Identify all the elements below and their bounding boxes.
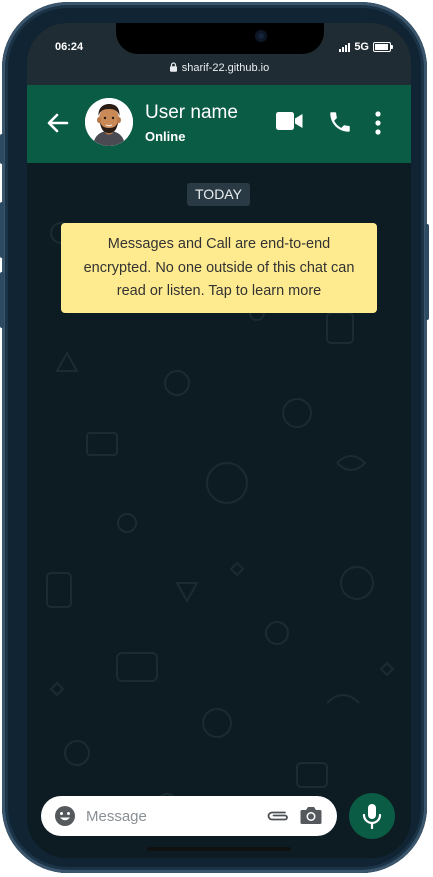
message-composer — [41, 796, 337, 836]
phone-icon[interactable] — [327, 109, 353, 135]
volume-up-button — [0, 202, 4, 258]
status-time: 06:24 — [55, 41, 84, 53]
mic-button[interactable] — [349, 793, 395, 839]
notch — [116, 23, 324, 54]
date-chip: TODAY — [187, 183, 250, 206]
lock-icon — [169, 62, 177, 72]
phone-screen: 06:24 5G sharif-22.github.io User name O… — [27, 23, 411, 858]
encryption-notice-line: Messages and Call are end-to-end — [107, 236, 331, 252]
arrow-left-icon[interactable] — [45, 110, 71, 136]
power-button — [425, 224, 429, 320]
avatar-illustration — [85, 98, 133, 146]
chat-header: User name Online — [27, 85, 411, 163]
mute-switch — [0, 134, 4, 164]
avatar[interactable] — [85, 98, 133, 146]
emoji-icon[interactable] — [54, 805, 76, 827]
video-camera-icon[interactable] — [275, 109, 304, 133]
paperclip-icon[interactable] — [265, 808, 291, 824]
browser-url-bar[interactable]: sharif-22.github.io — [27, 62, 411, 74]
contact-name[interactable]: User name — [145, 102, 238, 124]
home-indicator — [147, 847, 291, 851]
microphone-icon — [362, 804, 382, 829]
chat-area: TODAY Messages and Call are end-to-end e… — [27, 163, 411, 858]
contact-status: Online — [145, 129, 186, 144]
status-indicators: 5G — [339, 41, 393, 53]
more-vertical-icon[interactable] — [373, 110, 383, 136]
front-camera — [255, 30, 267, 42]
url-text: sharif-22.github.io — [181, 62, 270, 74]
encryption-notice-line: read or listen. Tap to learn more — [116, 283, 322, 299]
volume-down-button — [0, 272, 4, 328]
encryption-notice[interactable]: Messages and Call are end-to-end encrypt… — [61, 223, 377, 313]
phone-frame: 06:24 5G sharif-22.github.io User name O… — [0, 2, 429, 873]
network-label: 5G — [354, 41, 369, 53]
camera-icon[interactable] — [299, 804, 323, 826]
message-input[interactable] — [86, 804, 256, 828]
battery-icon — [373, 42, 393, 52]
encryption-notice-line: encrypted. No one outside of this chat c… — [83, 259, 355, 276]
status-bar: 06:24 5G sharif-22.github.io — [27, 23, 411, 85]
signal-icon — [339, 42, 351, 52]
